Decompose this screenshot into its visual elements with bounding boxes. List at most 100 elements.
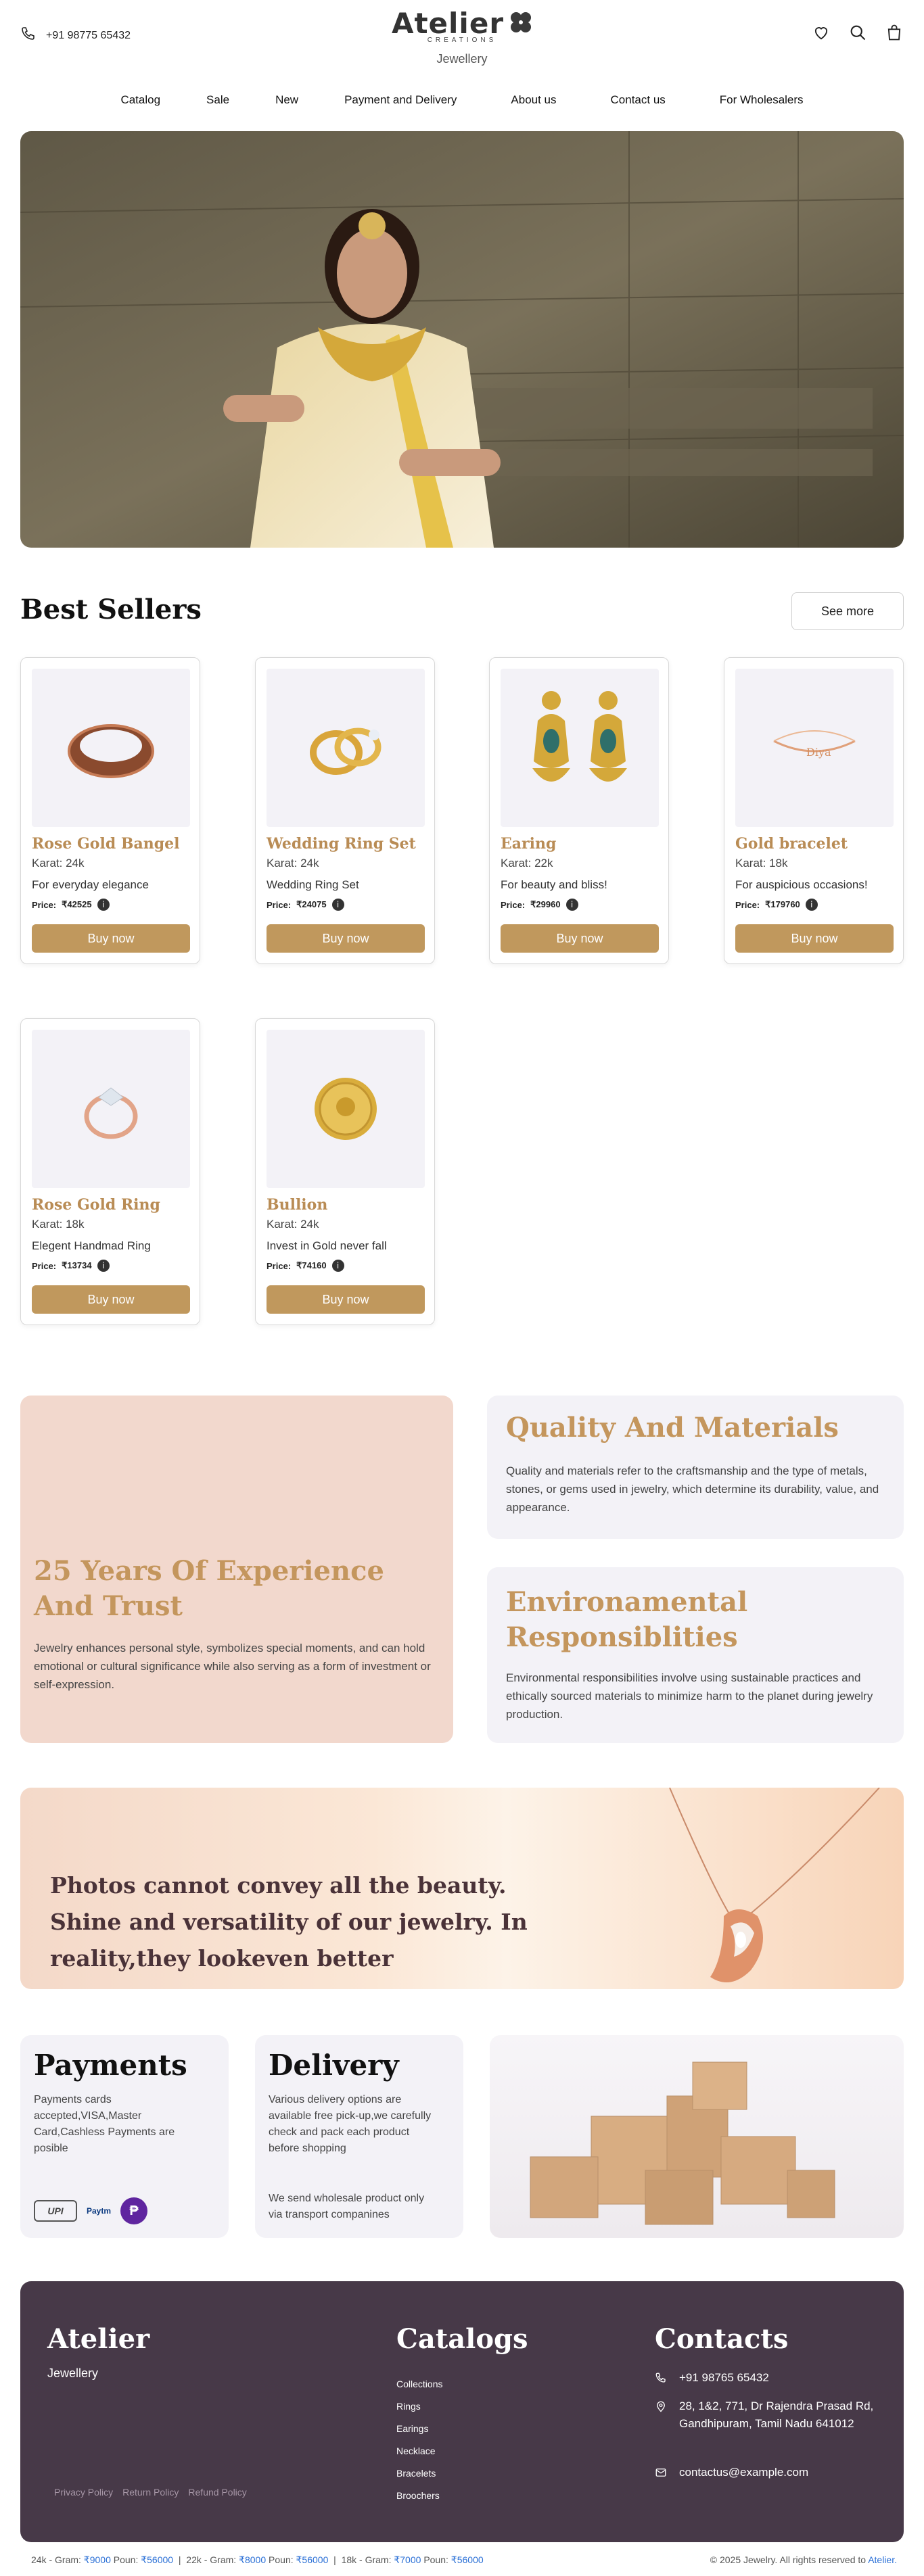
product-card[interactable]: Bullion Karat: 24k Invest in Gold never … bbox=[255, 1018, 435, 1325]
experience-text: Jewelry enhances personal style, symboli… bbox=[34, 1642, 431, 1691]
footer-policy-links: Privacy Policy Return Policy Refund Poli… bbox=[54, 2487, 247, 2498]
nav-sale[interactable]: Sale bbox=[206, 93, 229, 107]
price-label: Price: bbox=[267, 899, 292, 910]
info-icon[interactable]: i bbox=[331, 899, 344, 911]
footer-contacts-title: Contacts bbox=[655, 2323, 789, 2355]
footer-link-collections[interactable]: Collections bbox=[396, 2379, 442, 2401]
info-icon[interactable]: i bbox=[565, 899, 578, 911]
product-card[interactable]: Wedding Ring Set Karat: 24k Wedding Ring… bbox=[255, 657, 435, 964]
environment-title: Environamental Responsiblities bbox=[506, 1586, 748, 1653]
product-name[interactable]: Earing bbox=[501, 835, 556, 853]
banner-text: Photos cannot convey all the beauty. Shi… bbox=[50, 1872, 528, 1972]
shopping-bag-icon[interactable] bbox=[885, 23, 904, 42]
footer-link-necklace[interactable]: Necklace bbox=[396, 2446, 442, 2468]
price-label: Price: bbox=[32, 1260, 57, 1271]
product-card[interactable]: Diya Gold bracelet Karat: 18k For auspic… bbox=[724, 657, 904, 964]
price-value: ₹179760 bbox=[765, 899, 800, 909]
product-card[interactable]: Earing Karat: 22k For beauty and bliss! … bbox=[489, 657, 669, 964]
footer-brand[interactable]: Atelier bbox=[47, 2323, 149, 2355]
buy-now-button[interactable]: Buy now bbox=[32, 1285, 190, 1314]
info-icon[interactable]: i bbox=[331, 1260, 344, 1272]
footer-email[interactable]: contactus@example.com bbox=[655, 2464, 808, 2484]
footer-address-text: 28, 1&2, 771, Dr Rajendra Prasad Rd, Gan… bbox=[679, 2400, 874, 2430]
payment-methods: UPI Paytm ₱ bbox=[34, 2197, 148, 2224]
delivery-panel: Delivery Various delivery options are av… bbox=[255, 2035, 463, 2238]
price-label: Price: bbox=[501, 899, 526, 910]
rate-18k-poun-label: Poun: bbox=[423, 2554, 448, 2565]
logo-tagline: Jewellery bbox=[436, 52, 488, 66]
product-name[interactable]: Gold bracelet bbox=[735, 835, 848, 853]
privacy-policy-link[interactable]: Privacy Policy bbox=[54, 2487, 113, 2498]
footer-link-broochers[interactable]: Broochers bbox=[396, 2490, 442, 2512]
rate-separator: | bbox=[333, 2554, 336, 2565]
product-description: Elegent Handmad Ring bbox=[32, 1239, 151, 1252]
product-name[interactable]: Rose Gold Bangel bbox=[32, 835, 179, 853]
upi-logo-icon: UPI bbox=[34, 2200, 77, 2222]
main-nav: Catalog Sale New Payment and Delivery Ab… bbox=[0, 93, 924, 107]
environment-text: Environmental responsibilities involve u… bbox=[506, 1671, 873, 1721]
footer-link-bracelets[interactable]: Bracelets bbox=[396, 2468, 442, 2490]
wishlist-heart-icon[interactable] bbox=[812, 23, 831, 42]
gold-rates: 24k - Gram: ₹9000 Poun: ₹56000 | 22k - G… bbox=[31, 2554, 484, 2566]
rate-separator: | bbox=[178, 2554, 181, 2565]
product-name[interactable]: Wedding Ring Set bbox=[267, 835, 416, 853]
product-card[interactable]: Rose Gold Ring Karat: 18k Elegent Handma… bbox=[20, 1018, 200, 1325]
nav-contact-us[interactable]: Contact us bbox=[611, 93, 666, 107]
price-value: ₹42525 bbox=[62, 899, 92, 909]
refund-policy-link[interactable]: Refund Policy bbox=[188, 2487, 246, 2498]
rate-24k-gram: ₹9000 bbox=[83, 2554, 111, 2565]
product-card[interactable]: Rose Gold Bangel Karat: 24k For everyday… bbox=[20, 657, 200, 964]
nav-about-us[interactable]: About us bbox=[511, 93, 556, 107]
footer-brand-sub: Jewellery bbox=[47, 2366, 99, 2380]
buy-now-button[interactable]: Buy now bbox=[501, 924, 659, 953]
product-price: Price: ₹24075 i bbox=[267, 899, 344, 911]
search-icon[interactable] bbox=[848, 23, 867, 42]
product-description: Invest in Gold never fall bbox=[267, 1239, 387, 1252]
info-icon[interactable]: i bbox=[805, 899, 818, 911]
product-description: Wedding Ring Set bbox=[267, 878, 359, 891]
return-policy-link[interactable]: Return Policy bbox=[122, 2487, 179, 2498]
product-image-bangle bbox=[32, 669, 190, 827]
see-more-button[interactable]: See more bbox=[791, 592, 904, 630]
price-value: ₹24075 bbox=[296, 899, 327, 909]
price-label: Price: bbox=[267, 1260, 292, 1271]
product-image-rose-gold-ring bbox=[32, 1030, 190, 1188]
header-actions bbox=[812, 23, 904, 42]
buy-now-button[interactable]: Buy now bbox=[267, 1285, 425, 1314]
nav-new[interactable]: New bbox=[275, 93, 298, 107]
buy-now-button[interactable]: Buy now bbox=[32, 924, 190, 953]
footer-catalog-list: Collections Rings Earings Necklace Brace… bbox=[396, 2379, 442, 2512]
buy-now-button[interactable]: Buy now bbox=[735, 924, 894, 953]
product-price: Price: ₹13734 i bbox=[32, 1260, 110, 1272]
gold-rates-bar: 24k - Gram: ₹9000 Poun: ₹56000 | 22k - G… bbox=[31, 2554, 897, 2566]
payments-title: Payments bbox=[34, 2049, 187, 2082]
nav-catalog[interactable]: Catalog bbox=[120, 93, 160, 107]
nav-wholesalers[interactable]: For Wholesalers bbox=[720, 93, 804, 107]
product-karat: Karat: 24k bbox=[32, 857, 85, 869]
product-karat: Karat: 18k bbox=[735, 857, 788, 869]
footer-phone[interactable]: +91 98765 65432 bbox=[655, 2369, 769, 2389]
mail-icon bbox=[655, 2466, 667, 2484]
rate-24k-poun: ₹56000 bbox=[141, 2554, 174, 2565]
location-pin-icon bbox=[655, 2400, 667, 2433]
product-name[interactable]: Bullion bbox=[267, 1196, 327, 1214]
nav-payment-delivery[interactable]: Payment and Delivery bbox=[344, 93, 457, 107]
info-icon[interactable]: i bbox=[97, 899, 110, 911]
product-name[interactable]: Rose Gold Ring bbox=[32, 1196, 160, 1214]
brand-logo[interactable]: Atelier CREATIONS Jewellery bbox=[0, 9, 924, 66]
quality-text: Quality and materials refer to the craft… bbox=[506, 1464, 879, 1514]
copyright-text: © 2025 Jewelry. All rights reserved to bbox=[710, 2554, 867, 2565]
footer-link-rings[interactable]: Rings bbox=[396, 2401, 442, 2423]
rate-24k-poun-label: Poun: bbox=[113, 2554, 139, 2565]
product-karat: Karat: 24k bbox=[267, 1218, 319, 1231]
buy-now-button[interactable]: Buy now bbox=[267, 924, 425, 953]
footer-link-earings[interactable]: Earings bbox=[396, 2423, 442, 2446]
quality-panel: Quality And Materials Quality and materi… bbox=[487, 1396, 904, 1539]
site-footer: Atelier Jewellery Catalogs Collections R… bbox=[20, 2281, 904, 2542]
product-price: Price: ₹74160 i bbox=[267, 1260, 344, 1272]
info-icon[interactable]: i bbox=[97, 1260, 110, 1272]
product-karat: Karat: 22k bbox=[501, 857, 553, 869]
promo-banner: Photos cannot convey all the beauty. Shi… bbox=[20, 1788, 904, 1989]
copyright-link[interactable]: Atelier. bbox=[868, 2554, 897, 2565]
price-value: ₹29960 bbox=[530, 899, 561, 909]
